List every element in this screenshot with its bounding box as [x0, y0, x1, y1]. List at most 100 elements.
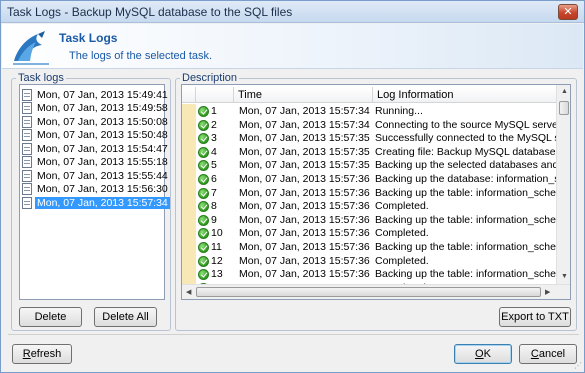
horizontal-scrollbar[interactable]: ◀ ▶	[182, 284, 570, 299]
description-legend: Description	[180, 72, 240, 84]
task-log-item[interactable]: Mon, 07 Jan, 2013 15:57:34	[22, 196, 170, 209]
task-log-item[interactable]: Mon, 07 Jan, 2013 15:50:08	[22, 115, 168, 128]
scroll-left-icon[interactable]: ◀	[186, 288, 191, 296]
grid-header: Time Log Information	[182, 87, 556, 103]
log-row[interactable]: 8 Mon, 07 Jan, 2013 15:57:36 Completed.	[182, 200, 556, 214]
log-grid[interactable]: Time Log Information 1 Mon, 07 Jan, 2013 …	[181, 84, 571, 300]
log-file-icon	[22, 88, 32, 101]
horizontal-scroll-thumb[interactable]	[196, 287, 541, 297]
window-title: Task Logs - Backup MySQL database to the…	[7, 5, 293, 19]
resize-grip-icon[interactable]: ⋰	[574, 361, 582, 370]
log-row-time: Mon, 07 Jan, 2013 15:57:36	[239, 254, 370, 267]
log-row-time: Mon, 07 Jan, 2013 15:57:35	[239, 159, 370, 172]
success-check-icon	[198, 146, 209, 158]
dolphin-logo-icon	[13, 31, 49, 65]
scroll-down-icon[interactable]: ▼	[561, 273, 568, 280]
cancel-button[interactable]: Cancel	[519, 344, 577, 364]
task-log-item[interactable]: Mon, 07 Jan, 2013 15:50:48	[22, 129, 168, 142]
col-num-head	[196, 87, 234, 103]
task-logs-window: Task Logs - Backup MySQL database to the…	[0, 0, 585, 373]
log-row-number: 10	[211, 227, 223, 240]
success-check-icon	[198, 228, 209, 240]
delete-button[interactable]: Delete	[19, 307, 82, 327]
header-title: Task Logs	[59, 31, 118, 45]
log-row-time: Mon, 07 Jan, 2013 15:57:36	[239, 173, 370, 185]
task-log-item[interactable]: Mon, 07 Jan, 2013 15:56:30	[22, 183, 168, 196]
task-logs-list[interactable]: Mon, 07 Jan, 2013 15:49:41 Mon, 07 Jan, 2…	[19, 84, 170, 300]
success-check-icon	[198, 174, 209, 185]
success-check-icon	[198, 201, 209, 213]
vertical-scrollbar[interactable]: ▲ ▼	[556, 85, 570, 285]
refresh-button[interactable]: Refresh	[12, 344, 72, 364]
refresh-rest: efresh	[30, 348, 62, 360]
task-log-label: Mon, 07 Jan, 2013 15:49:41	[37, 88, 168, 101]
col-time-head[interactable]: Time	[234, 87, 373, 103]
log-row-info: Connecting to the source MySQL server (l…	[375, 118, 556, 131]
log-row-number: 4	[211, 145, 217, 158]
task-log-label: Mon, 07 Jan, 2013 15:55:44	[37, 169, 168, 182]
log-row-time: Mon, 07 Jan, 2013 15:57:34	[239, 118, 370, 131]
log-row-number: 9	[211, 213, 217, 226]
log-row[interactable]: 7 Mon, 07 Jan, 2013 15:57:36 Backing up th…	[182, 187, 556, 201]
success-check-icon	[198, 133, 209, 145]
scroll-right-icon[interactable]: ▶	[545, 288, 550, 296]
task-log-label: Mon, 07 Jan, 2013 15:49:58	[37, 102, 168, 114]
log-row-time: Mon, 07 Jan, 2013 15:57:36	[239, 268, 370, 281]
log-file-icon	[22, 129, 32, 141]
export-to-txt-button[interactable]: Export to TXT	[499, 307, 571, 327]
task-log-item[interactable]: Mon, 07 Jan, 2013 15:49:41	[22, 88, 168, 101]
log-row[interactable]: 6 Mon, 07 Jan, 2013 15:57:36 Backing up th…	[182, 173, 556, 187]
log-row-info: Completed.	[375, 200, 429, 213]
log-row-number: 11	[211, 241, 222, 253]
log-row-info: Backing up the table: information_schema…	[375, 241, 556, 253]
close-button[interactable]: ✕	[558, 4, 578, 20]
log-row-info: Completed.	[375, 227, 429, 240]
task-log-item[interactable]: Mon, 07 Jan, 2013 15:55:44	[22, 169, 168, 182]
log-file-icon	[22, 156, 32, 168]
log-row-info: Backing up the database: information_sch…	[375, 173, 556, 185]
title-bar[interactable]: Task Logs - Backup MySQL database to the…	[1, 1, 584, 23]
log-row[interactable]: 9 Mon, 07 Jan, 2013 15:57:36 Backing up th…	[182, 214, 556, 228]
log-row-time: Mon, 07 Jan, 2013 15:57:36	[239, 227, 370, 240]
log-row-info: Running...	[375, 105, 423, 117]
delete-all-button[interactable]: Delete All	[94, 307, 157, 327]
log-row[interactable]: 13 Mon, 07 Jan, 2013 15:57:36 Backing up t…	[182, 268, 556, 282]
log-file-icon	[22, 115, 32, 128]
header-subtitle: The logs of the selected task.	[69, 50, 213, 62]
success-check-icon	[198, 187, 209, 199]
log-row[interactable]: 5 Mon, 07 Jan, 2013 15:57:35 Backing up th…	[182, 159, 556, 173]
task-log-label: Mon, 07 Jan, 2013 15:50:48	[37, 129, 168, 141]
success-check-icon	[198, 242, 209, 253]
log-row[interactable]: 1 Mon, 07 Jan, 2013 15:57:34 Running...	[182, 105, 556, 119]
task-log-label: Mon, 07 Jan, 2013 15:57:34	[35, 196, 170, 209]
log-row-time: Mon, 07 Jan, 2013 15:57:35	[239, 132, 370, 145]
log-row[interactable]: 3 Mon, 07 Jan, 2013 15:57:35 Successfully …	[182, 132, 556, 146]
log-row-info: Backing up the table: information_schema…	[375, 186, 556, 199]
task-log-label: Mon, 07 Jan, 2013 15:50:08	[37, 115, 168, 128]
log-row-number: 6	[211, 173, 217, 185]
log-row-number: 8	[211, 200, 217, 213]
vertical-scroll-thumb[interactable]	[559, 101, 569, 115]
ok-button[interactable]: OK	[454, 344, 512, 364]
log-row-info: Successfully connected to the MySQL serv…	[375, 132, 556, 145]
log-row[interactable]: 4 Mon, 07 Jan, 2013 15:57:35 Creating file…	[182, 146, 556, 160]
log-row[interactable]: 2 Mon, 07 Jan, 2013 15:57:34 Connecting to…	[182, 119, 556, 133]
log-row[interactable]: 10 Mon, 07 Jan, 2013 15:57:36 Completed.	[182, 227, 556, 241]
task-log-item[interactable]: Mon, 07 Jan, 2013 15:54:47	[22, 142, 168, 155]
log-row[interactable]: 12 Mon, 07 Jan, 2013 15:57:36 Completed.	[182, 255, 556, 269]
log-file-icon	[22, 102, 32, 114]
task-log-item[interactable]: Mon, 07 Jan, 2013 15:55:18	[22, 156, 168, 169]
log-row-time: Mon, 07 Jan, 2013 15:57:36	[239, 186, 370, 199]
ok-rest: K	[483, 348, 491, 360]
log-row-number: 2	[211, 118, 217, 131]
cancel-accel: C	[530, 348, 539, 360]
log-row-info: Backing up the selected databases and ta…	[375, 159, 556, 172]
task-logs-legend: Task logs	[16, 72, 66, 84]
log-row-time: Mon, 07 Jan, 2013 15:57:34	[239, 105, 370, 117]
task-log-item[interactable]: Mon, 07 Jan, 2013 15:49:58	[22, 102, 168, 115]
task-log-label: Mon, 07 Jan, 2013 15:56:30	[37, 183, 168, 195]
log-row[interactable]: 11 Mon, 07 Jan, 2013 15:57:36 Backing up t…	[182, 241, 556, 255]
col-info-head[interactable]: Log Information	[373, 87, 556, 103]
log-row-info: Backing up the table: information_schema…	[375, 268, 556, 281]
scroll-up-icon[interactable]: ▲	[561, 88, 568, 95]
